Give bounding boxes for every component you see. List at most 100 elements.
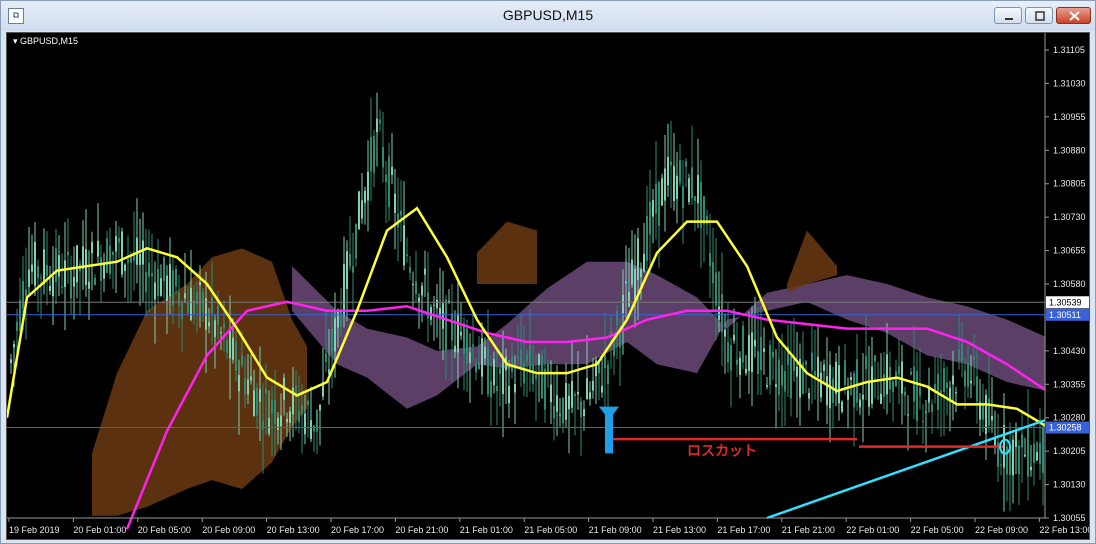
candle-body xyxy=(844,360,846,386)
candle-body xyxy=(460,332,462,336)
candle-body xyxy=(904,391,906,396)
candle-body xyxy=(727,342,729,363)
candle-body xyxy=(562,397,564,424)
candle-body xyxy=(805,361,807,365)
candle-body xyxy=(265,388,267,394)
candle-body xyxy=(688,178,690,202)
candle-body xyxy=(493,359,495,386)
candle-body xyxy=(571,380,573,408)
candle-body xyxy=(118,238,120,243)
candle-body xyxy=(694,196,696,202)
minimize-icon xyxy=(1005,18,1013,20)
candle-body xyxy=(64,260,66,287)
candle-body xyxy=(742,325,744,363)
candle-body xyxy=(109,245,111,275)
candle-body xyxy=(130,256,132,263)
candle-body xyxy=(610,331,612,334)
candle-body xyxy=(544,368,546,410)
candle-body xyxy=(286,418,288,423)
candle-body xyxy=(943,368,945,392)
candle-body xyxy=(580,401,582,418)
candle-body xyxy=(616,311,618,326)
candle-body xyxy=(415,281,417,294)
candle-body xyxy=(262,420,264,430)
candle-body xyxy=(967,362,969,387)
time-axis-label: 21 Feb 17:00 xyxy=(717,525,770,535)
candle-body xyxy=(400,210,402,216)
candle-body xyxy=(529,344,531,373)
candle-body xyxy=(820,372,822,398)
candle-body xyxy=(607,364,609,385)
time-axis-label: 21 Feb 21:00 xyxy=(782,525,835,535)
candle-body xyxy=(796,366,798,377)
candle-body xyxy=(1018,445,1020,475)
price-axis-label: 1.30730 xyxy=(1053,212,1086,222)
price-axis-label: 1.30655 xyxy=(1053,246,1086,256)
candle-body xyxy=(304,413,306,435)
candle-body xyxy=(754,339,756,347)
candle-body xyxy=(577,392,579,395)
candle-body xyxy=(961,343,963,362)
candle-body xyxy=(220,332,222,334)
candle-body xyxy=(679,160,681,183)
candle-body xyxy=(880,393,882,405)
close-button[interactable] xyxy=(1056,7,1091,24)
candle-body xyxy=(379,119,381,124)
candle-body xyxy=(181,303,183,320)
candle-body xyxy=(556,395,558,412)
symbol-label[interactable]: ▾ GBPUSD,M15 xyxy=(13,36,78,47)
candle-body xyxy=(490,381,492,398)
candle-body xyxy=(856,359,858,403)
maximize-button[interactable] xyxy=(1025,7,1053,24)
candle-body xyxy=(760,336,762,371)
candle-body xyxy=(166,275,168,301)
candle-body xyxy=(352,266,354,273)
time-axis-label: 22 Feb 13:00 xyxy=(1039,525,1090,535)
candle-body xyxy=(340,310,342,327)
candle-body xyxy=(814,371,816,376)
candle-body xyxy=(253,390,255,417)
minimize-button[interactable] xyxy=(994,7,1022,24)
time-axis-label: 21 Feb 05:00 xyxy=(524,525,577,535)
candle-body xyxy=(481,338,483,377)
window-title: GBPUSD,M15 xyxy=(502,7,594,23)
candle-body xyxy=(511,355,513,372)
candle-body xyxy=(964,370,966,387)
price-axis-label: 1.30955 xyxy=(1053,112,1086,122)
candle-body xyxy=(517,356,519,359)
candle-body xyxy=(268,418,270,434)
candle-body xyxy=(850,377,852,380)
dropdown-triangle-icon: ▾ xyxy=(13,36,21,46)
title-bar[interactable]: ⧉ GBPUSD,M15 xyxy=(1,1,1095,31)
candle-body xyxy=(343,264,345,317)
candle-body xyxy=(475,363,477,373)
candle-body xyxy=(769,344,771,386)
candle-body xyxy=(901,361,903,394)
candle-body xyxy=(1003,424,1005,468)
candle-body xyxy=(214,320,216,337)
candle-body xyxy=(31,264,33,272)
price-chart[interactable]: ロスカット 1.31105 1.31030 1.30955 1.30880 1.3080… xyxy=(6,32,1090,540)
candle-body xyxy=(484,346,486,359)
candle-body xyxy=(772,351,774,358)
bullish-cloud xyxy=(292,261,1047,409)
candle-body xyxy=(745,369,747,373)
candle-body xyxy=(436,299,438,309)
price-tag-label: 1.30511 xyxy=(1049,310,1081,320)
candle-body xyxy=(568,395,570,410)
candle-body xyxy=(910,371,912,375)
chart-canvas[interactable]: ロスカット 1.31105 1.31030 1.30955 1.30880 1.3080… xyxy=(7,33,1090,540)
candle-body xyxy=(766,385,768,387)
candle-body xyxy=(676,175,678,199)
candle-body xyxy=(499,368,501,374)
candle-body xyxy=(652,200,654,217)
candle-body xyxy=(808,393,810,399)
candle-body xyxy=(238,375,240,392)
candle-body xyxy=(862,394,864,400)
close-icon xyxy=(1069,11,1080,21)
candle-body xyxy=(643,253,645,272)
candle-body xyxy=(346,251,348,289)
candle-body xyxy=(877,396,879,398)
candle-body xyxy=(970,380,972,384)
candle-body xyxy=(982,405,984,420)
